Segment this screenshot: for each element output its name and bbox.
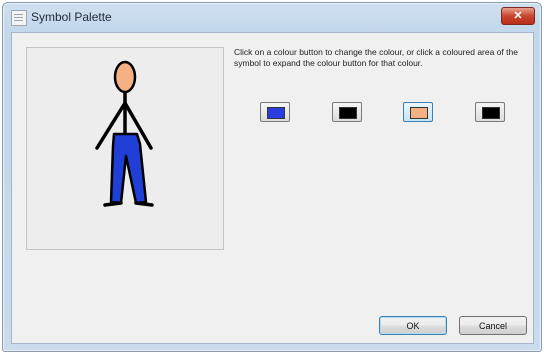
right-foot[interactable]: [134, 201, 154, 207]
symbol-preview[interactable]: [26, 47, 224, 250]
colour-button-skin[interactable]: [403, 102, 433, 122]
colour-button-black[interactable]: [332, 102, 362, 122]
colour-swatch: [267, 107, 285, 119]
colour-swatch: [482, 107, 500, 119]
document-icon: [11, 10, 27, 26]
window-title: Symbol Palette: [31, 10, 112, 24]
left-foot[interactable]: [103, 201, 123, 207]
symbol-palette-dialog: Symbol Palette ✕ Click on a colour butto…: [2, 2, 542, 352]
instruction-text: Click on a colour button to change the c…: [234, 47, 518, 68]
colour-button-black-2[interactable]: [475, 102, 505, 122]
head[interactable]: [113, 60, 137, 94]
close-button[interactable]: ✕: [501, 7, 535, 25]
dialog-body: Click on a colour button to change the c…: [11, 32, 534, 344]
ok-button[interactable]: OK: [379, 316, 447, 335]
trousers[interactable]: [109, 132, 148, 205]
title-bar[interactable]: Symbol Palette ✕: [3, 3, 541, 31]
colour-swatch: [339, 107, 357, 119]
colour-swatch: [410, 107, 428, 119]
colour-button-blue[interactable]: [260, 102, 290, 122]
stick-figure-symbol[interactable]: [27, 48, 223, 249]
cancel-button[interactable]: Cancel: [459, 316, 527, 335]
